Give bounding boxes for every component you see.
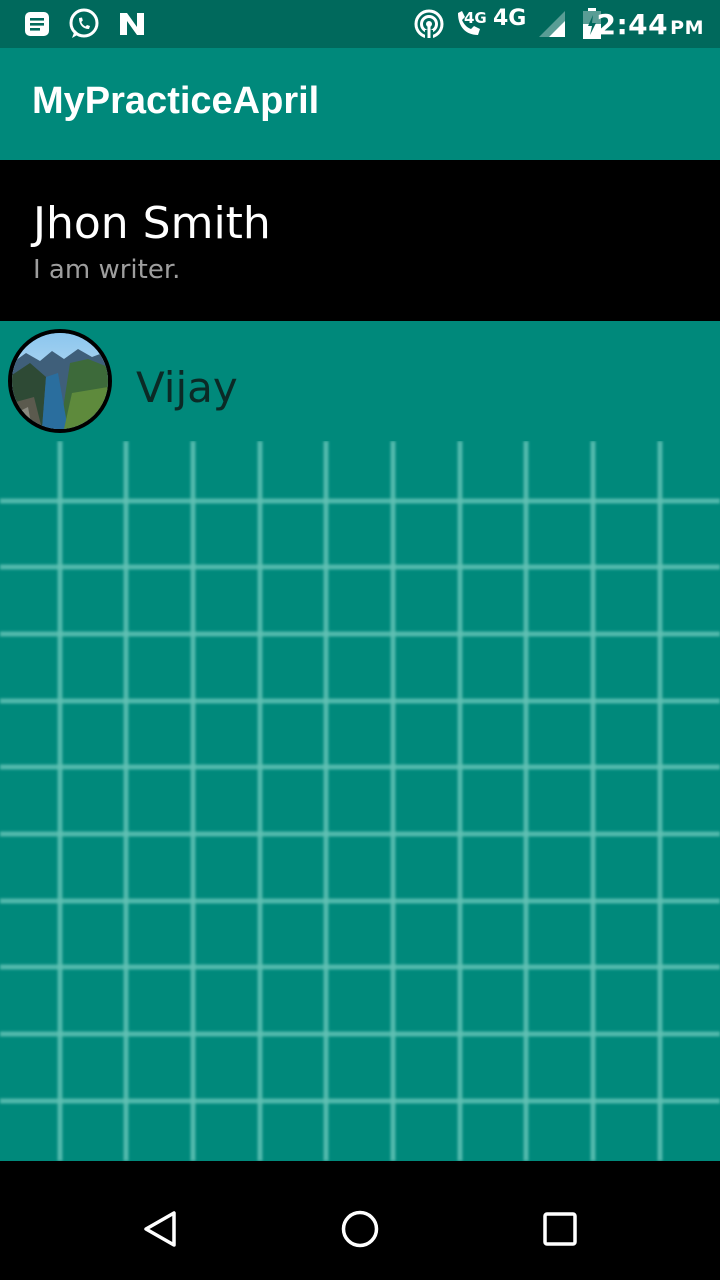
home-icon[interactable] bbox=[340, 1209, 380, 1249]
navigation-bar bbox=[0, 1161, 720, 1280]
network-type-small: 4G bbox=[464, 9, 487, 27]
message-icon bbox=[22, 9, 52, 39]
app-screen: 4G 4G 2:44 PM MyPracticeApril Jhon Smith … bbox=[0, 0, 720, 1280]
recents-icon[interactable] bbox=[540, 1209, 580, 1249]
n-icon bbox=[116, 9, 148, 39]
whatsapp-icon bbox=[66, 8, 102, 39]
status-bar: 4G 4G 2:44 PM bbox=[0, 0, 720, 48]
clock-ampm: PM bbox=[670, 17, 704, 39]
app-toolbar: MyPracticeApril bbox=[0, 48, 720, 160]
app-title: MyPracticeApril bbox=[32, 80, 320, 122]
back-icon[interactable] bbox=[140, 1209, 180, 1249]
list-item-name: Vijay bbox=[136, 363, 238, 412]
profile-name: Jhon Smith bbox=[33, 198, 271, 249]
profile-description: I am writer. bbox=[33, 255, 181, 285]
mountain-landscape-avatar bbox=[8, 329, 112, 433]
network-type: 4G bbox=[493, 6, 527, 31]
hotspot-icon bbox=[412, 9, 446, 40]
signal-icon bbox=[536, 9, 568, 39]
list-item[interactable]: Vijay bbox=[0, 321, 720, 441]
clock-time: 2:44 bbox=[596, 8, 669, 41]
profile-header: Jhon Smith I am writer. bbox=[0, 160, 720, 321]
clock: 2:44 PM bbox=[597, 8, 705, 41]
content-area: Vijay bbox=[0, 321, 720, 1161]
grid-background bbox=[0, 441, 720, 1161]
